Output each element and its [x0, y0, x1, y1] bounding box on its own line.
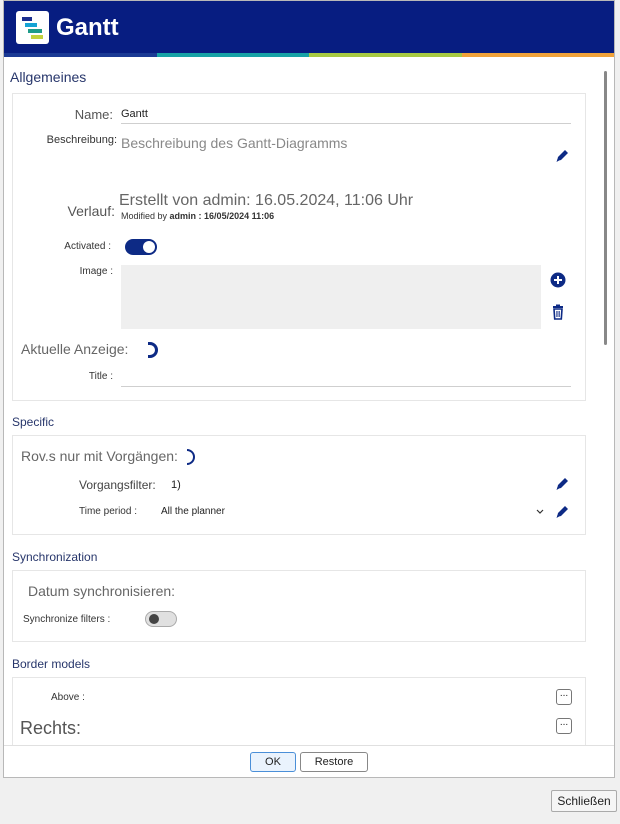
resources-label: Rov.s nur mit Vorgängen: [21, 448, 178, 464]
scrollbar-thumb[interactable] [604, 71, 607, 345]
section-title-synchronization: Synchronization [12, 550, 98, 564]
pencil-icon[interactable] [554, 504, 570, 520]
general-panel: Name: Gantt Beschreibung: Beschreibung d… [12, 93, 586, 401]
history-modified-value: admin : 16/05/2024 11:06 [169, 211, 275, 221]
above-more-button[interactable]: ... [556, 689, 572, 705]
ok-button[interactable]: OK [250, 752, 296, 772]
border-models-panel: Above : ... Rechts: ... [12, 677, 586, 745]
name-label: Name: [74, 107, 113, 122]
filter-value[interactable]: 1) [171, 479, 181, 491]
specific-panel: Rov.s nur mit Vorgängen: Vorgangsfilter:… [12, 435, 586, 535]
time-period-select[interactable]: All the planner [161, 506, 225, 517]
section-title-general: Allgemeines [10, 69, 87, 85]
footer-divider [4, 745, 614, 746]
chevron-down-icon[interactable] [535, 506, 545, 516]
resources-toggle[interactable] [187, 449, 195, 465]
name-underline [121, 123, 571, 124]
history-created: Erstellt von admin: 16.05.2024, 11:06 Uh… [119, 192, 414, 209]
current-display-label: Aktuelle Anzeige: [21, 341, 129, 357]
section-title-specific: Specific [12, 415, 55, 429]
name-input[interactable]: Gantt [121, 108, 148, 120]
synchronization-panel: Datum synchronisieren: Synchronize filte… [12, 570, 586, 642]
image-dropzone[interactable] [121, 265, 541, 329]
title-underline [121, 386, 571, 387]
section-title-border-models: Border models [12, 657, 91, 671]
image-label: Image : [79, 266, 113, 277]
sync-dates-label: Datum synchronisieren: [28, 583, 176, 599]
title-label: Title : [88, 371, 113, 382]
title-bar: Gantt [4, 1, 614, 53]
brand-stripe [4, 53, 614, 57]
pencil-icon[interactable] [554, 148, 570, 164]
plus-circle-icon[interactable] [550, 272, 566, 288]
window-title: Gantt [56, 14, 119, 41]
scrollbar[interactable] [601, 61, 611, 744]
history-modified: Modified by admin : 16/05/2024 11:06 [121, 211, 274, 221]
gantt-logo-icon [16, 11, 49, 44]
right-label: Rechts: [20, 718, 82, 738]
activated-label: Activated : [64, 241, 111, 252]
close-button[interactable]: Schließen [551, 790, 617, 812]
current-display-toggle[interactable] [148, 342, 158, 358]
time-period-label: Time period : [79, 506, 137, 517]
above-label: Above : [51, 692, 85, 703]
right-more-button[interactable]: ... [556, 718, 572, 734]
restore-button[interactable]: Restore [300, 752, 368, 772]
description-label: Beschreibung: [46, 134, 117, 146]
sync-filters-toggle[interactable] [145, 611, 177, 627]
gantt-settings-window: Gantt Allgemeines Name: Gantt Beschreibu… [3, 0, 615, 778]
sync-filters-label: Synchronize filters : [23, 614, 111, 625]
activated-toggle[interactable] [125, 239, 157, 255]
settings-content: Allgemeines Name: Gantt Beschreibung: Be… [4, 59, 602, 745]
filter-label: Vorgangsfilter: [79, 478, 156, 492]
history-modified-prefix: Modified by [121, 211, 168, 221]
history-label: Verlauf: [67, 203, 115, 219]
trash-icon[interactable] [550, 304, 566, 320]
description-input[interactable]: Beschreibung des Gantt-Diagramms [121, 135, 347, 151]
pencil-icon[interactable] [554, 476, 570, 492]
